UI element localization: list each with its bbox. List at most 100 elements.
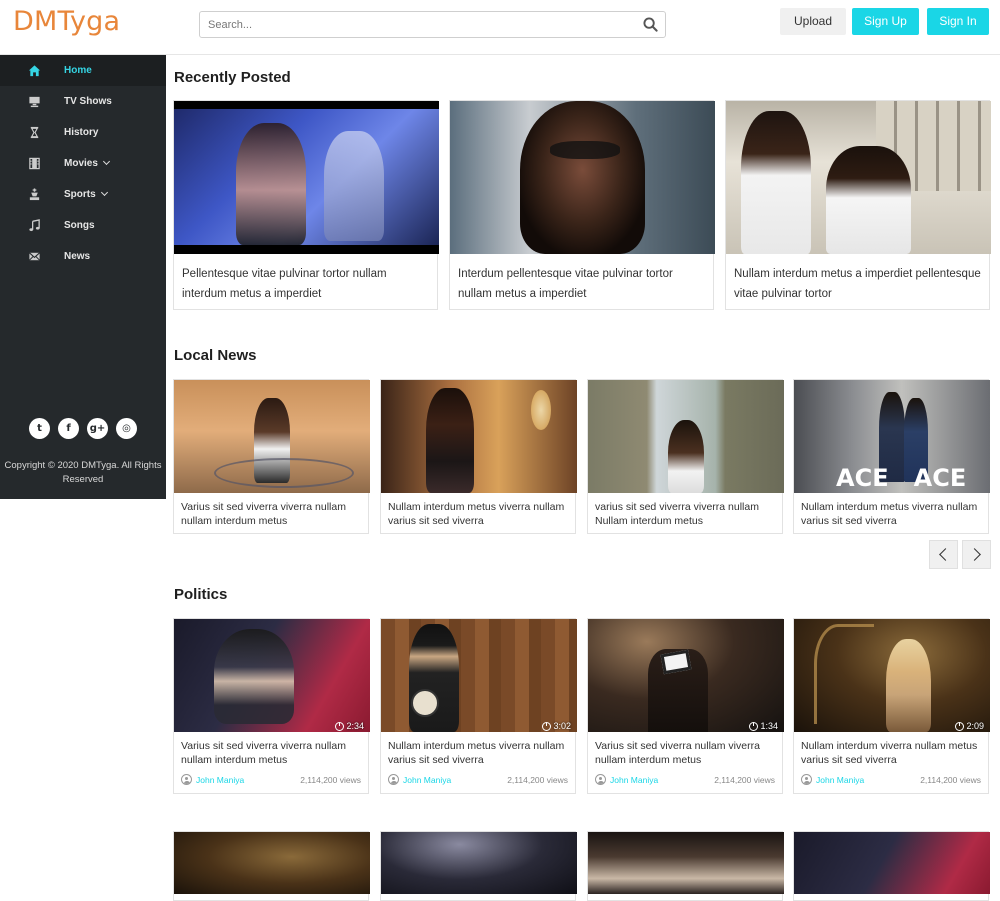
video-card[interactable]: 3:02 Nullam interdum metus viverra nulla… [380, 618, 577, 794]
sidebar: Home TV Shows History Movies Sports Song… [0, 55, 166, 499]
video-card[interactable]: 2:34 Varius sit sed viverra viverra null… [173, 618, 370, 794]
card-title[interactable]: Nullam interdum metus viverra nullam var… [388, 500, 572, 528]
card-title[interactable]: varius sit sed viverra viverra nullam Nu… [595, 500, 779, 528]
view-count: 2,114,200 views [300, 774, 361, 785]
card-title[interactable]: Nullam interdum metus viverra nullam var… [388, 739, 572, 767]
video-card[interactable]: ACE ACE Nullam interdum metus viverra nu… [793, 379, 990, 534]
search-input[interactable] [200, 12, 630, 37]
sidebar-item-movies[interactable]: Movies [0, 148, 166, 179]
carousel-prev-button[interactable] [929, 540, 958, 569]
card-meta: John Maniya 2,114,200 views [595, 774, 775, 785]
sidebar-item-history[interactable]: History [0, 117, 166, 148]
video-card[interactable] [793, 831, 990, 901]
video-thumbnail[interactable] [174, 832, 370, 894]
chevron-down-icon [100, 188, 108, 197]
user-icon [181, 774, 192, 785]
video-thumbnail[interactable] [381, 832, 577, 894]
clock-icon [542, 721, 552, 731]
author-link[interactable]: John Maniya [196, 775, 244, 785]
author-link[interactable]: John Maniya [816, 775, 864, 785]
sign-up-button[interactable]: Sign Up [852, 8, 919, 35]
card-title[interactable]: Nullam interdum viverra nullam metus var… [801, 739, 985, 767]
card-title[interactable]: Pellentesque vitae pulvinar tortor nulla… [182, 264, 432, 304]
video-card[interactable]: Nullam interdum metus viverra nullam var… [380, 379, 577, 534]
sidebar-item-tv-shows[interactable]: TV Shows [0, 86, 166, 117]
video-card[interactable]: varius sit sed viverra viverra nullam Nu… [587, 379, 784, 534]
search-icon[interactable] [643, 17, 658, 32]
video-thumbnail[interactable]: 2:34 [174, 619, 370, 732]
video-card[interactable] [380, 831, 577, 901]
sidebar-item-label: TV Shows [64, 96, 112, 107]
sidebar-item-songs[interactable]: Songs [0, 210, 166, 241]
clock-icon [955, 721, 965, 731]
card-title[interactable]: Varius sit sed viverra viverra nullam nu… [181, 500, 365, 528]
video-thumbnail[interactable] [174, 380, 370, 493]
sidebar-item-label: Sports [64, 188, 108, 200]
card-meta: John Maniya 2,114,200 views [801, 774, 981, 785]
video-card[interactable]: Interdum pellentesque vitae pulvinar tor… [449, 100, 715, 310]
facebook-icon[interactable]: f [58, 418, 79, 439]
sidebar-item-news[interactable]: News [0, 241, 166, 272]
view-count: 2,114,200 views [920, 774, 981, 785]
card-title[interactable]: Interdum pellentesque vitae pulvinar tor… [458, 264, 708, 304]
card-meta: John Maniya 2,114,200 views [181, 774, 361, 785]
dribbble-icon[interactable]: ◎ [116, 418, 137, 439]
search-bar [199, 11, 666, 38]
social-links: t f g+ ◎ [29, 418, 137, 439]
section-title-politics: Politics [174, 586, 228, 603]
site-logo[interactable]: DMTyga [13, 6, 120, 37]
hourglass-icon [30, 126, 39, 139]
sidebar-item-sports[interactable]: Sports [0, 179, 166, 210]
sign-in-button[interactable]: Sign In [927, 8, 989, 35]
video-thumbnail[interactable] [381, 380, 577, 493]
video-card[interactable]: 2:09 Nullam interdum viverra nullam metu… [793, 618, 990, 794]
home-icon [28, 65, 41, 77]
tv-icon [29, 96, 40, 108]
envelope-icon [29, 252, 40, 261]
video-duration: 1:34 [749, 721, 778, 731]
carousel-next-button[interactable] [962, 540, 991, 569]
video-card[interactable]: Varius sit sed viverra viverra nullam nu… [173, 379, 370, 534]
section-title-recent: Recently Posted [174, 69, 291, 86]
sidebar-item-home[interactable]: Home [0, 55, 166, 86]
video-thumbnail[interactable] [588, 380, 784, 493]
video-thumbnail[interactable]: 3:02 [381, 619, 577, 732]
video-thumbnail[interactable]: 1:34 [588, 619, 784, 732]
video-card[interactable] [173, 831, 370, 901]
card-title[interactable]: Nullam interdum metus viverra nullam var… [801, 500, 985, 528]
video-thumbnail[interactable] [588, 832, 784, 894]
video-thumbnail[interactable] [794, 832, 990, 894]
clock-icon [749, 721, 759, 731]
twitter-icon[interactable]: t [29, 418, 50, 439]
copyright-text: Copyright © 2020 DMTyga. All Rights Rese… [4, 460, 162, 485]
user-icon [388, 774, 399, 785]
sidebar-item-label: News [64, 251, 91, 262]
video-duration: 2:09 [955, 721, 984, 731]
card-title[interactable]: Varius sit sed viverra viverra nullam nu… [181, 739, 365, 767]
header: DMTyga Upload Sign Up Sign In [0, 0, 1000, 55]
card-meta: John Maniya 2,114,200 views [388, 774, 568, 785]
chevron-left-icon [939, 548, 952, 561]
video-thumbnail[interactable] [450, 101, 715, 254]
film-icon [29, 157, 40, 170]
card-title[interactable]: Nullam interdum metus a imperdiet pellen… [734, 264, 984, 304]
video-thumbnail[interactable] [174, 101, 439, 254]
music-icon [29, 219, 40, 232]
card-title[interactable]: Varius sit sed viverra nullam viverra nu… [595, 739, 779, 767]
upload-button[interactable]: Upload [780, 8, 846, 35]
video-card[interactable]: 1:34 Varius sit sed viverra nullam viver… [587, 618, 784, 794]
video-card[interactable]: Pellentesque vitae pulvinar tortor nulla… [173, 100, 439, 310]
section-title-local-news: Local News [174, 347, 257, 364]
author-link[interactable]: John Maniya [403, 775, 451, 785]
video-thumbnail[interactable]: ACE ACE [794, 380, 990, 493]
video-thumbnail[interactable]: 2:09 [794, 619, 990, 732]
video-thumbnail[interactable] [726, 101, 991, 254]
video-card[interactable] [587, 831, 784, 901]
google-plus-icon[interactable]: g+ [87, 418, 108, 439]
author-link[interactable]: John Maniya [610, 775, 658, 785]
sidebar-item-label: Songs [64, 220, 95, 231]
chess-icon [29, 188, 40, 201]
thumbnail-overlay-text: ACE ACE [836, 464, 967, 492]
video-card[interactable]: Nullam interdum metus a imperdiet pellen… [725, 100, 991, 310]
chevron-down-icon [102, 157, 110, 166]
